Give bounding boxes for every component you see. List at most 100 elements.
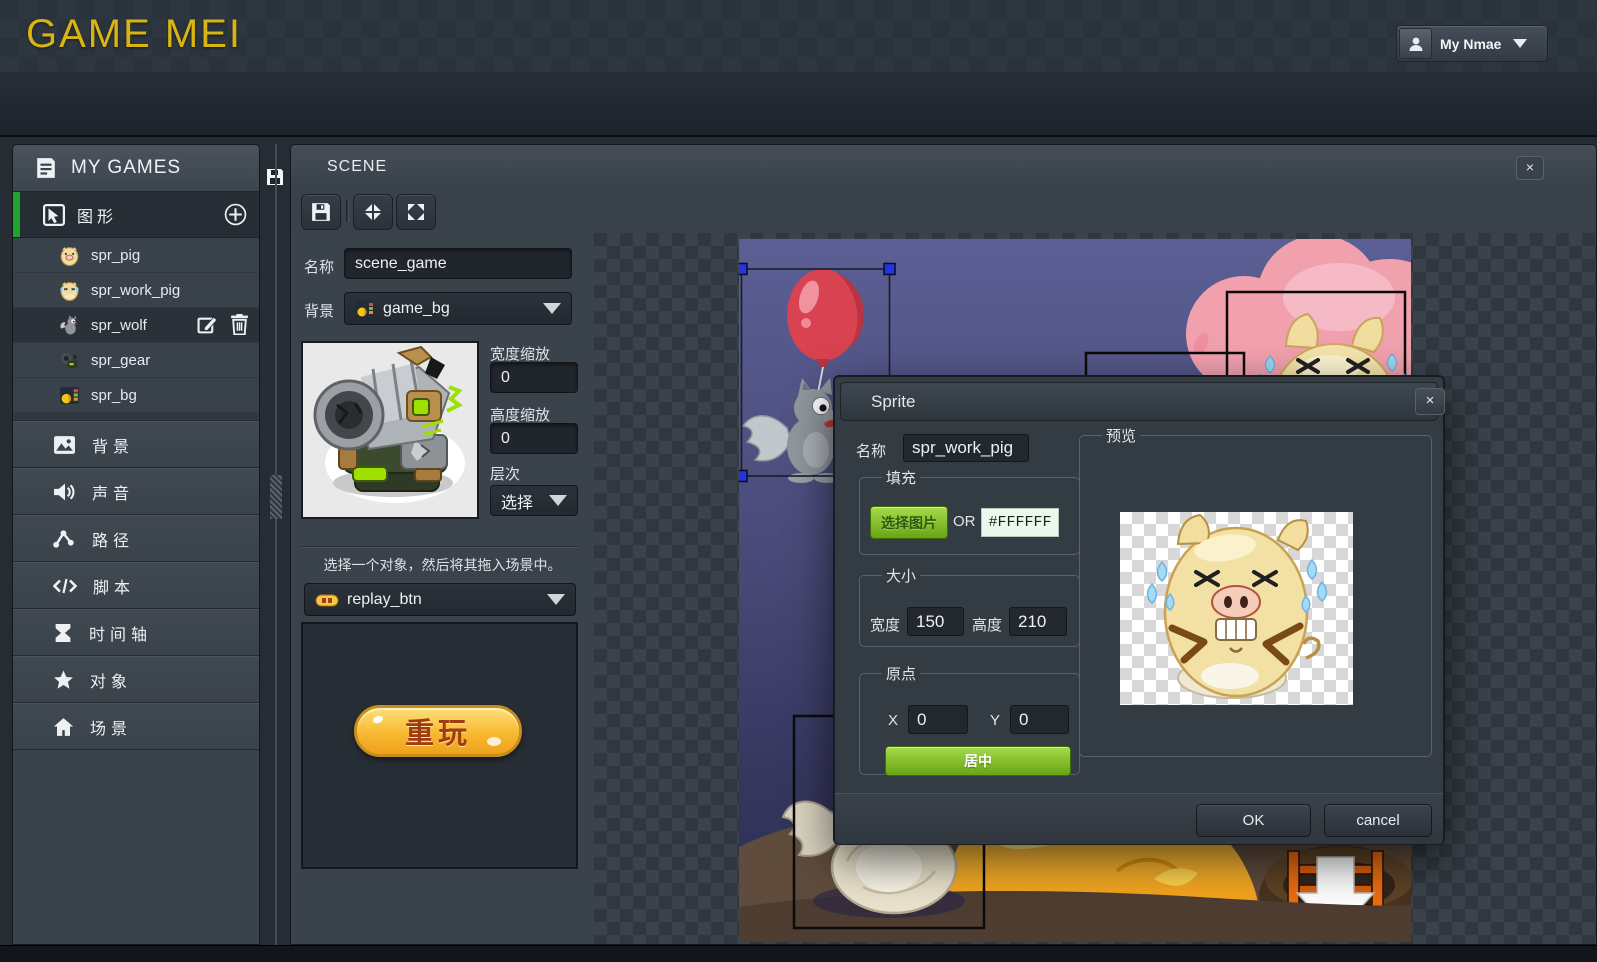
- height-input[interactable]: [1009, 607, 1067, 636]
- speaker-icon: [53, 482, 76, 502]
- preview-legend: 预览: [1102, 425, 1140, 446]
- fill-legend: 填充: [882, 467, 920, 488]
- sprite-item-spr-pig[interactable]: spr_pig: [13, 238, 259, 273]
- graphics-label: 图形: [77, 203, 117, 227]
- section-label: 脚本: [93, 574, 135, 598]
- sprite-name: spr_work_pig: [91, 282, 180, 299]
- scene-bg-dropdown[interactable]: game_bg: [344, 292, 572, 325]
- layer-dropdown[interactable]: 选择: [490, 485, 578, 516]
- chevron-down-icon: [1513, 39, 1527, 48]
- sidebar-item-scripts[interactable]: 脚本: [13, 562, 259, 609]
- section-label: 路径: [92, 527, 134, 551]
- collapse-view-button[interactable]: [353, 194, 393, 230]
- chevron-down-icon: [547, 594, 565, 605]
- dialog-titlebar[interactable]: Sprite: [840, 382, 1438, 421]
- user-name: My Nmae: [1440, 36, 1501, 52]
- section-label: 背景: [92, 433, 134, 457]
- expand-view-button[interactable]: [396, 194, 436, 230]
- bg-sprite-icon: [59, 385, 80, 406]
- sidebar-item-graphics[interactable]: 图形: [13, 192, 259, 238]
- size-legend: 大小: [882, 565, 920, 586]
- height-label: 高度: [972, 614, 1002, 635]
- ok-button[interactable]: OK: [1196, 804, 1311, 837]
- scene-panel-header: SCENE ×: [291, 145, 1596, 190]
- section-label: 场景: [90, 715, 132, 739]
- wolf-sprite-icon: [59, 315, 80, 336]
- fill-color-input[interactable]: [981, 508, 1059, 537]
- scene-name-input[interactable]: [344, 248, 572, 279]
- section-label: 对象: [90, 668, 132, 692]
- edit-icon[interactable]: [197, 314, 218, 335]
- center-button[interactable]: 居中: [885, 746, 1071, 776]
- drag-hint-text: 选择一个对象，然后将其拖入场景中。: [291, 555, 594, 575]
- sprite-name: spr_wolf: [91, 317, 147, 334]
- star-icon: [53, 670, 74, 690]
- cancel-button[interactable]: cancel: [1324, 804, 1432, 837]
- sidebar-item-paths[interactable]: 路径: [13, 515, 259, 562]
- origin-legend: 原点: [882, 663, 920, 684]
- choose-image-button[interactable]: 选择图片: [870, 506, 948, 539]
- sidebar-item-sounds[interactable]: 声音: [13, 468, 259, 515]
- user-menu[interactable]: My Nmae: [1396, 25, 1548, 62]
- sprite-item-spr-wolf[interactable]: spr_wolf: [13, 308, 259, 343]
- home-icon: [53, 717, 74, 737]
- sprite-name-input[interactable]: [903, 434, 1029, 462]
- sidebar-item-timelines[interactable]: 时间轴: [13, 609, 259, 656]
- code-icon: [53, 576, 77, 596]
- replay-btn-thumb-icon: [315, 592, 339, 608]
- object-dropdown[interactable]: replay_btn: [304, 583, 576, 616]
- gear-sprite-icon: [59, 350, 80, 371]
- width-input[interactable]: [907, 607, 964, 636]
- image-icon: [53, 435, 76, 455]
- width-label: 宽度: [870, 614, 900, 635]
- pig-sprite-icon: [59, 245, 80, 266]
- scene-bg-label: 背景: [304, 300, 334, 321]
- sidebar-gap: [13, 413, 259, 421]
- sidebar-item-objects[interactable]: 对象: [13, 656, 259, 703]
- sprite-item-spr-gear[interactable]: spr_gear: [13, 343, 259, 378]
- sidebar-title-label: MY GAMES: [71, 157, 181, 179]
- document-icon: [35, 157, 57, 179]
- sprite-item-spr-work-pig[interactable]: spr_work_pig: [13, 273, 259, 308]
- path-icon: [53, 529, 76, 549]
- origin-x-label: X: [888, 712, 898, 729]
- panel-splitter[interactable]: [260, 144, 290, 945]
- sprite-name-label: 名称: [856, 440, 886, 461]
- sprite-name: spr_pig: [91, 247, 140, 264]
- replay-button-preview: 重玩: [354, 705, 522, 757]
- background-preview: [301, 341, 479, 519]
- add-sprite-button[interactable]: [224, 203, 247, 226]
- scene-panel-title: SCENE: [327, 145, 387, 189]
- width-scale-input[interactable]: [490, 362, 578, 393]
- scene-toolbar: [291, 189, 1596, 235]
- origin-x-input[interactable]: [908, 705, 968, 734]
- sidebar: MY GAMES 图形 spr_pig spr_work_pig spr_wol…: [12, 144, 260, 945]
- toolbar-separator: [346, 200, 349, 222]
- app-window: GAME MEI My Nmae 新建 打开 保存 调试 部署: [0, 0, 1597, 962]
- scene-save-button[interactable]: [301, 194, 341, 230]
- object-preview: 重玩: [301, 622, 578, 869]
- sidebar-item-backgrounds[interactable]: 背景: [13, 421, 259, 468]
- divider: [301, 546, 578, 548]
- fill-group: 填充 选择图片 OR: [859, 467, 1080, 555]
- height-scale-input[interactable]: [490, 423, 578, 454]
- size-group: 大小 宽度 高度: [859, 565, 1080, 647]
- sprite-preview-image: [1120, 512, 1353, 705]
- scene-bg-value: game_bg: [383, 300, 450, 318]
- dialog-title: Sprite: [871, 383, 915, 420]
- height-scale-label: 高度缩放: [490, 404, 550, 425]
- sprite-item-spr-bg[interactable]: spr_bg: [13, 378, 259, 413]
- scene-name-label: 名称: [304, 256, 334, 277]
- layer-label: 层次: [490, 463, 520, 484]
- sidebar-item-scenes[interactable]: 场景: [13, 703, 259, 750]
- or-label: OR: [953, 513, 976, 530]
- origin-group: 原点 X Y 居中: [859, 663, 1080, 775]
- origin-y-input[interactable]: [1010, 705, 1069, 734]
- section-label: 时间轴: [89, 621, 152, 645]
- scene-properties: 名称 背景 game_bg: [291, 233, 596, 944]
- scene-panel-close-icon[interactable]: ×: [1516, 156, 1544, 180]
- trash-icon[interactable]: [230, 314, 249, 335]
- dialog-close-icon[interactable]: ×: [1415, 388, 1445, 415]
- main-toolbar: 新建 打开 保存 调试 部署 设置 资源管理器: [0, 72, 1597, 137]
- sprite-name: spr_gear: [91, 352, 150, 369]
